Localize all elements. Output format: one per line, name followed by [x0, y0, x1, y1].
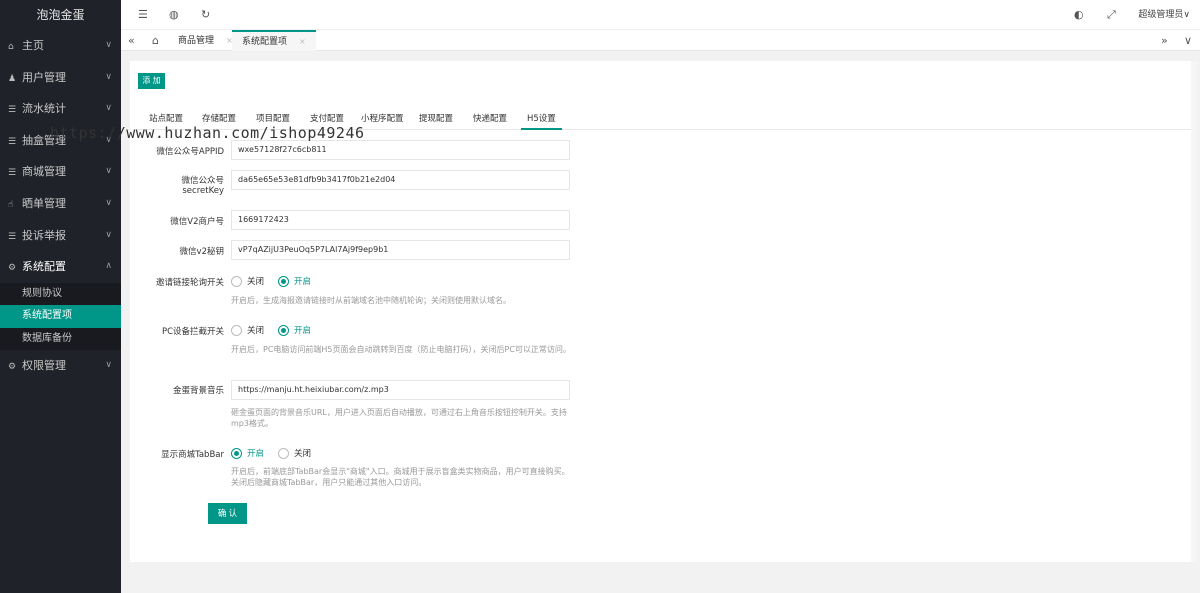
radio-circle	[278, 276, 289, 287]
music-help-text: 砸金蛋页面的背景音乐URL，用户进入页面后自动播放，可通过右上角音乐按钮控制开关…	[231, 408, 567, 428]
music-input[interactable]: https://manju.ht.heixiubar.com/z.mp3	[231, 380, 570, 400]
list-icon: ☰	[8, 105, 17, 116]
radio-circle	[278, 448, 289, 459]
globe-icon[interactable]: ◍	[169, 0, 179, 30]
radio-circle	[231, 325, 242, 336]
sidebar-subnav: 规则协议 系统配置项 数据库备份	[0, 282, 121, 351]
sidebar-item-mall[interactable]: ☰ 商城管理 ∨	[0, 156, 121, 188]
tab-storage-config[interactable]: 存储配置	[202, 112, 236, 130]
top-header: ☰ ◍ ↻ ◐ ⤢ 超级管理员∨	[121, 0, 1200, 30]
menu-toggle-icon[interactable]: ☰	[138, 0, 148, 30]
radio-circle	[278, 325, 289, 336]
tab-system-config-items[interactable]: 系统配置项 ×	[232, 30, 316, 51]
chevron-up-icon: ∧	[105, 261, 112, 272]
tabs-scroll-left-icon[interactable]: «	[128, 30, 135, 51]
chevron-down-icon: ∨	[105, 40, 112, 50]
pc-switch-label: PC设备拦截开关	[161, 327, 224, 337]
config-tabs: 站点配置 存储配置 项目配置 支付配置 小程序配置 提现配置 快递配置 H5设置	[138, 100, 1191, 130]
chevron-down-icon: ∨	[105, 360, 112, 371]
sidebar-item-showcase[interactable]: ☝ 晒单管理 ∨	[0, 188, 121, 220]
sidebar-item-home[interactable]: ⌂ 主页 ∨	[0, 30, 121, 62]
appid-input[interactable]: wxe57128f27c6cb811	[231, 140, 570, 160]
sidebar-item-permissions[interactable]: ⚙ 权限管理 ∨	[0, 350, 121, 382]
home-icon: ⌂	[8, 42, 14, 52]
tabbar-switch-label: 显示商城TabBar	[161, 450, 224, 460]
radio-circle	[231, 448, 242, 459]
secretkey-label-line2: secretKey	[182, 186, 224, 196]
sidebar: 泡泡金蛋 ⌂ 主页 ∨ ♟ 用户管理 ∨ ☰ 流水统计 ∨ ☰ 抽盒管理 ∨ ☰ 商城管理 ∨ ☝ 晒…	[0, 0, 121, 593]
chevron-down-icon: ∨	[105, 103, 112, 114]
thumb-icon: ☝	[8, 199, 14, 210]
invite-off-radio[interactable]: 关闭	[231, 276, 264, 288]
mchid-input[interactable]: 1669172423	[231, 210, 570, 230]
tabbar-help-text: 开启后，前端底部TabBar会显示"商城"入口。商城用于展示盲盒类实物商品，用户…	[231, 467, 570, 487]
tabbar-off-radio[interactable]: 关闭	[278, 448, 311, 460]
sidebar-item-box-manage[interactable]: ☰ 抽盒管理 ∨	[0, 125, 121, 157]
invite-on-radio[interactable]: 开启	[278, 276, 311, 288]
tab-payment-config[interactable]: 支付配置	[310, 112, 344, 130]
refresh-icon[interactable]: ↻	[201, 0, 210, 30]
sidebar-item-system-config[interactable]: ⚙ 系统配置 ∧	[0, 251, 121, 283]
radio-circle	[231, 276, 242, 287]
v2key-input[interactable]: vP7qAZijU3PeuOq5P7LAl7Aj9f9ep9b1	[231, 240, 570, 260]
page-scrollbar[interactable]	[1191, 61, 1197, 562]
page-tabs-bar: « ⌂ 商品管理 × 系统配置项 × » ∨	[121, 30, 1200, 51]
tab-miniprogram-config[interactable]: 小程序配置	[361, 112, 404, 130]
list-icon: ☰	[8, 231, 17, 242]
music-label: 金蛋背景音乐	[172, 386, 224, 396]
tab-project-config[interactable]: 项目配置	[256, 112, 290, 130]
invite-help-text: 开启后，生成海报邀请链接时从前端域名池中随机轮询；关闭则使用默认域名。	[231, 296, 511, 305]
chevron-down-icon: ∨	[105, 229, 112, 240]
sidebar-item-users[interactable]: ♟ 用户管理 ∨	[0, 62, 121, 94]
mchid-label: 微信V2商户号	[170, 217, 224, 227]
list-icon: ☰	[8, 136, 17, 147]
secretkey-input[interactable]: da65e65e53e81dfb9b3417f0b21e2d04	[231, 170, 570, 190]
app-logo: 泡泡金蛋	[0, 0, 121, 30]
sidebar-item-complaints[interactable]: ☰ 投诉举报 ∨	[0, 220, 121, 252]
invite-switch-label: 邀请链接轮询开关	[155, 278, 224, 288]
theme-icon[interactable]: ◐	[1074, 0, 1084, 30]
home-tab-icon[interactable]: ⌂	[152, 30, 159, 51]
sidebar-subitem-config-items[interactable]: 系统配置项	[0, 305, 121, 328]
add-button[interactable]: 添 加	[138, 73, 165, 89]
tab-site-config[interactable]: 站点配置	[149, 112, 183, 130]
chevron-down-icon: ∨	[105, 71, 112, 82]
v2key-label: 微信v2秘钥	[179, 247, 224, 257]
settings-icon: ⚙	[8, 362, 17, 373]
chevron-down-icon: ∨	[105, 197, 112, 208]
sidebar-subitem-rules[interactable]: 规则协议	[0, 283, 121, 306]
sidebar-subitem-db-backup[interactable]: 数据库备份	[0, 328, 121, 351]
pc-off-radio[interactable]: 关闭	[231, 325, 264, 337]
tab-withdraw-config[interactable]: 提现配置	[419, 112, 453, 130]
tabs-scroll-right-icon[interactable]: »	[1161, 30, 1168, 51]
appid-label: 微信公众号APPID	[156, 147, 224, 157]
list-icon: ☰	[8, 168, 17, 179]
confirm-button[interactable]: 确 认	[208, 503, 247, 524]
fullscreen-icon[interactable]: ⤢	[1107, 0, 1116, 30]
sidebar-item-flow-stats[interactable]: ☰ 流水统计 ∨	[0, 93, 121, 125]
tab-express-config[interactable]: 快递配置	[473, 112, 507, 130]
tabbar-on-radio[interactable]: 开启	[231, 448, 264, 460]
pc-help-text: 开启后，PC电脑访问前端H5页面会自动跳转到百度（防止电脑打码），关闭后PC可以…	[231, 345, 571, 354]
content-card: 添 加 站点配置 存储配置 项目配置 支付配置 小程序配置 提现配置 快递配置 …	[130, 61, 1191, 562]
chevron-down-icon: ∨	[105, 166, 112, 177]
users-icon: ♟	[8, 73, 17, 84]
close-icon[interactable]: ×	[299, 37, 306, 46]
secretkey-label-line1: 微信公众号	[181, 176, 224, 186]
tab-h5-settings[interactable]: H5设置	[521, 112, 562, 130]
user-menu[interactable]: 超级管理员∨	[1138, 0, 1190, 30]
pc-on-radio[interactable]: 开启	[278, 325, 311, 337]
chevron-down-icon: ∨	[105, 134, 112, 145]
settings-icon: ⚙	[8, 263, 17, 274]
chevron-down-icon[interactable]: ∨	[1184, 30, 1192, 51]
